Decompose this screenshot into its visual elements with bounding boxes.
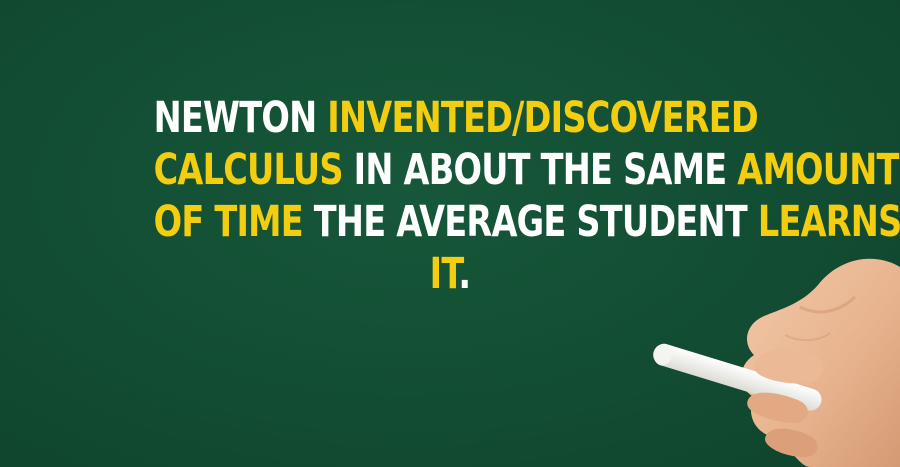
- chalkboard-background: NEWTON INVENTED/DISCOVERED CALCULUS IN A…: [0, 0, 900, 467]
- quote-line-3: OF TIME THE AVERAGE STUDENT LEARNS: [153, 196, 900, 248]
- quote-highlight: CALCULUS: [153, 145, 344, 195]
- quote-highlight: INVENTED/DISCOVERED: [327, 93, 758, 143]
- quote-highlight: OF TIME: [153, 197, 304, 247]
- quote-highlight: LEARNS: [757, 197, 900, 247]
- quote-text: .: [458, 249, 471, 299]
- quote-line-2: CALCULUS IN ABOUT THE SAME AMOUNT: [153, 144, 900, 196]
- hand-holding-chalk-icon: [653, 258, 900, 467]
- quote-highlight: IT: [429, 249, 459, 299]
- quote-line-1: NEWTON INVENTED/DISCOVERED: [153, 92, 759, 144]
- quote-text: NEWTON: [153, 93, 318, 143]
- quote-text: IN ABOUT THE SAME: [353, 145, 728, 195]
- quote-text: THE AVERAGE STUDENT: [313, 197, 748, 247]
- quote-highlight: AMOUNT: [737, 145, 899, 195]
